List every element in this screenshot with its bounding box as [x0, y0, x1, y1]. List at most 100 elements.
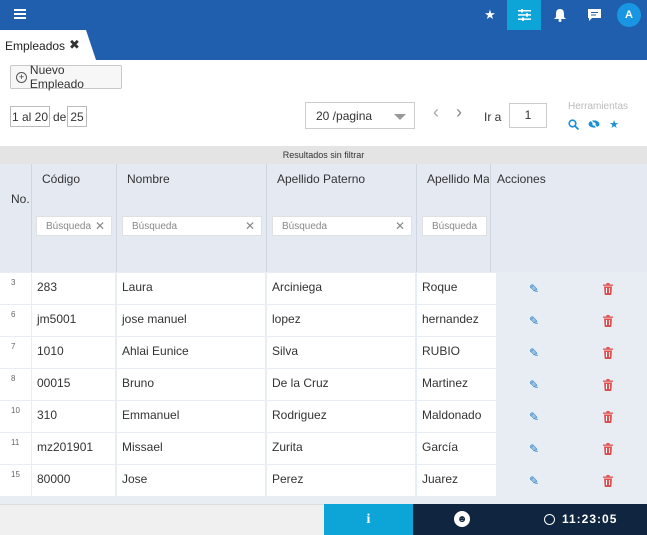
header-codigo[interactable]: Código [42, 172, 80, 186]
actions-cell [497, 433, 647, 464]
top-navbar: ★ A [0, 0, 647, 30]
edit-icon[interactable]: ✎ [529, 283, 540, 295]
actions-cell [497, 465, 647, 496]
cell-nombre: Bruno [117, 369, 265, 400]
trash-icon[interactable] [603, 379, 614, 391]
star-icon[interactable]: ★ [607, 117, 621, 131]
edit-icon[interactable]: ✎ [529, 411, 540, 423]
edit-icon[interactable]: ✎ [529, 315, 540, 327]
tools-label: Herramientas [568, 101, 629, 112]
info-button[interactable]: i [324, 504, 413, 535]
edit-icon[interactable]: ✎ [529, 443, 540, 455]
close-icon[interactable]: ✖ [69, 37, 80, 53]
goto-page-input[interactable]: 1 [509, 103, 547, 128]
menu-icon[interactable] [14, 9, 26, 19]
cell-apellido-paterno: Rodriguez [267, 401, 415, 432]
cell-apellido-paterno: Arciniega [267, 273, 415, 304]
actions-cell [497, 337, 647, 368]
total-display: 25 [67, 106, 87, 127]
cell-apellido-materno: Martinez [417, 369, 496, 400]
cell-apellido-paterno: Perez [267, 465, 415, 496]
tab-bar: Empleados ✖ [0, 30, 647, 60]
trash-icon[interactable] [603, 315, 614, 327]
cell-apellido-materno: Juarez [417, 465, 496, 496]
clock-time: 11:23:05 [562, 512, 618, 526]
next-page-icon[interactable]: › [456, 102, 462, 123]
clear-icon[interactable]: ✕ [245, 219, 255, 233]
row-number: 11 [0, 433, 31, 464]
trash-icon[interactable] [603, 411, 614, 423]
goto-label: Ir a [484, 110, 502, 124]
trash-icon[interactable] [603, 443, 614, 455]
cell-codigo: 80000 [32, 465, 115, 496]
edit-icon[interactable]: ✎ [529, 379, 540, 391]
cell-codigo: 310 [32, 401, 115, 432]
filter-nombre-input[interactable]: Búsqueda ✕ [122, 216, 262, 236]
filter-placeholder: Búsqueda [282, 220, 328, 232]
tab-label: Empleados [5, 39, 66, 53]
cell-nombre: Emmanuel [117, 401, 265, 432]
table-row[interactable]: 10 310 Emmanuel Rodriguez Maldonado ✎ [0, 401, 647, 433]
prev-page-icon[interactable]: ‹ [433, 102, 439, 123]
cell-codigo: jm5001 [32, 305, 115, 336]
edit-icon[interactable]: ✎ [529, 475, 540, 487]
cell-apellido-materno: RUBIO [417, 337, 496, 368]
cell-apellido-paterno: Silva [267, 337, 415, 368]
cell-apellido-paterno: lopez [267, 305, 415, 336]
cell-nombre: Ahlai Eunice [117, 337, 265, 368]
per-page-select[interactable]: 20 /pagina [305, 102, 415, 129]
chat-icon[interactable] [577, 0, 611, 30]
bell-icon[interactable] [543, 0, 577, 30]
avatar[interactable]: A [617, 3, 641, 27]
clock-icon [544, 514, 555, 525]
filter-placeholder: Búsqueda [46, 220, 92, 232]
filter-codigo-input[interactable]: Búsqueda ✕ [36, 216, 112, 236]
filter-apellido-materno-input[interactable]: Búsqueda [422, 216, 487, 236]
actions-cell [497, 401, 647, 432]
header-apellido-paterno[interactable]: Apellido Paterno [277, 172, 365, 186]
actions-cell [497, 305, 647, 336]
clear-icon[interactable]: ✕ [395, 219, 405, 233]
trash-icon[interactable] [603, 283, 614, 295]
actions-cell [497, 369, 647, 400]
column-divider [490, 164, 491, 272]
search-icon[interactable] [566, 117, 580, 131]
table-row[interactable]: 3 283 Laura Arciniega Roque ✎ [0, 273, 647, 305]
cell-codigo: 1010 [32, 337, 115, 368]
cell-nombre: Jose [117, 465, 265, 496]
sliders-icon[interactable] [507, 0, 541, 30]
row-number: 8 [0, 369, 31, 400]
header-nombre[interactable]: Nombre [127, 172, 170, 186]
cell-apellido-paterno: Zurita [267, 433, 415, 464]
row-number: 7 [0, 337, 31, 368]
tab-empleados[interactable]: Empleados ✖ [0, 30, 96, 60]
filter-status: Resultados sin filtrar [0, 146, 647, 164]
smiley-icon[interactable]: ☻ [454, 511, 470, 527]
trash-icon[interactable] [603, 347, 614, 359]
edit-icon[interactable]: ✎ [529, 347, 540, 359]
header-apellido-materno[interactable]: Apellido Ma [427, 172, 489, 186]
range-display: 1 al 20 [10, 106, 50, 127]
column-divider [116, 164, 117, 272]
new-employee-label: Nuevo Empleado [29, 63, 84, 91]
cell-codigo: 00015 [32, 369, 115, 400]
plus-circle-icon: + [16, 71, 27, 83]
star-icon[interactable]: ★ [473, 0, 507, 30]
cell-apellido-materno: hernandez [417, 305, 496, 336]
row-number: 6 [0, 305, 31, 336]
per-page-value: 20 /pagina [316, 108, 373, 123]
cell-codigo: 283 [32, 273, 115, 304]
table-row[interactable]: 15 80000 Jose Perez Juarez ✎ [0, 465, 647, 497]
table-row[interactable]: 6 jm5001 jose manuel lopez hernandez ✎ [0, 305, 647, 337]
eye-slash-icon[interactable] [587, 117, 601, 131]
clear-icon[interactable]: ✕ [95, 219, 105, 233]
cell-codigo: mz201901 [32, 433, 115, 464]
trash-icon[interactable] [603, 475, 614, 487]
filter-apellido-paterno-input[interactable]: Búsqueda ✕ [272, 216, 412, 236]
row-number: 3 [0, 273, 31, 304]
table-row[interactable]: 7 1010 Ahlai Eunice Silva RUBIO ✎ [0, 337, 647, 369]
actions-cell [497, 273, 647, 304]
table-row[interactable]: 8 00015 Bruno De la Cruz Martinez ✎ [0, 369, 647, 401]
new-employee-button[interactable]: + Nuevo Empleado [10, 63, 122, 91]
table-row[interactable]: 11 mz201901 Missael Zurita García ✎ [0, 433, 647, 465]
